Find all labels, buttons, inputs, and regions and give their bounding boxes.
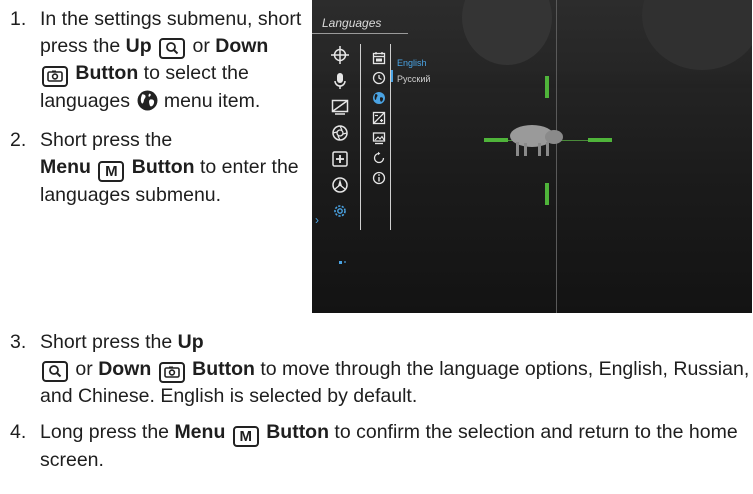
reset-icon[interactable] <box>368 148 390 168</box>
up-button-icon <box>159 37 186 59</box>
boar-silhouette <box>510 125 563 156</box>
up-label: Up <box>125 35 152 58</box>
button-label: Button <box>75 62 139 85</box>
status-dot <box>339 261 342 264</box>
language-list: English Русский <box>397 55 430 87</box>
step-text-part: menu item. <box>158 89 261 112</box>
language-option[interactable]: Русский <box>397 71 430 87</box>
settings-gear-icon[interactable] <box>328 198 352 224</box>
step-text-part: Short press the <box>40 128 173 151</box>
display-icon[interactable] <box>328 94 352 120</box>
crosshair-icon[interactable] <box>328 42 352 68</box>
status-dot <box>344 261 346 263</box>
calendar-icon[interactable] <box>368 48 390 68</box>
down-button-icon <box>42 65 68 87</box>
info-icon[interactable] <box>368 168 390 188</box>
compass-icon[interactable] <box>328 172 352 198</box>
step-text-part: Short press the <box>40 331 178 353</box>
chevron-right-icon: › <box>315 213 319 227</box>
menu-column-line <box>360 44 361 230</box>
main-menu <box>328 42 352 224</box>
globe-icon <box>137 90 158 119</box>
step-text: Short press the Menu M Button to enter t… <box>40 127 308 209</box>
step-1: 1. In the settings submenu, short press … <box>10 6 308 119</box>
down-label: Down <box>98 358 152 381</box>
instructions-top: 1. In the settings submenu, short press … <box>10 6 308 209</box>
selection-marker <box>391 70 393 82</box>
microphone-icon[interactable] <box>328 68 352 94</box>
step-3: 3. Short press the Up or Down Button to … <box>10 329 750 411</box>
step-text: Long press the Menu M Button to confirm … <box>40 419 750 474</box>
image-icon[interactable] <box>368 128 390 148</box>
up-label: Up <box>177 331 204 353</box>
aperture-icon[interactable] <box>328 120 352 146</box>
menu-button-icon: M <box>232 425 259 447</box>
step-text-part: Long press the <box>40 420 175 443</box>
step-text-part: or <box>70 358 99 381</box>
menu-label: Menu <box>174 420 226 443</box>
button-label: Button <box>192 358 255 381</box>
reticle-right-bar <box>588 138 612 142</box>
step-number: 1. <box>10 8 27 30</box>
step-text: Short press the Up or Down Button to mov… <box>40 329 750 411</box>
language-option-selected[interactable]: English <box>397 55 430 71</box>
menu-button-icon: M <box>98 161 125 183</box>
up-button-icon <box>42 360 68 382</box>
reticle-top-bar <box>545 76 549 98</box>
step-number: 4. <box>10 420 27 443</box>
instructions-bottom: 3. Short press the Up or Down Button to … <box>10 329 750 474</box>
menu-title-bar: Languages <box>312 15 408 34</box>
step-number: 3. <box>10 331 27 353</box>
button-label: Button <box>266 420 330 443</box>
down-button-icon <box>158 361 185 383</box>
button-label: Button <box>131 156 195 179</box>
title-underline <box>312 33 408 34</box>
menu-title: Languages <box>322 16 382 30</box>
plus-box-icon[interactable] <box>328 146 352 172</box>
step-2: 2. Short press the Menu M Button to ente… <box>10 127 308 209</box>
background-tree <box>642 0 752 70</box>
menu-label: Menu <box>40 156 91 179</box>
settings-submenu <box>368 48 390 188</box>
step-number: 2. <box>10 128 27 151</box>
step-text: In the settings submenu, short press the… <box>40 6 308 119</box>
globe-icon[interactable] <box>368 88 390 108</box>
step-4: 4. Long press the Menu M Button to confi… <box>10 419 750 474</box>
down-label: Down <box>215 35 269 58</box>
reticle-bottom-bar <box>545 183 549 205</box>
background-tree <box>462 0 552 65</box>
brightness-icon[interactable] <box>368 108 390 128</box>
step-text-part: or <box>187 35 216 58</box>
device-screen: Languages English Русский › <box>312 0 752 313</box>
clock-icon[interactable] <box>368 68 390 88</box>
